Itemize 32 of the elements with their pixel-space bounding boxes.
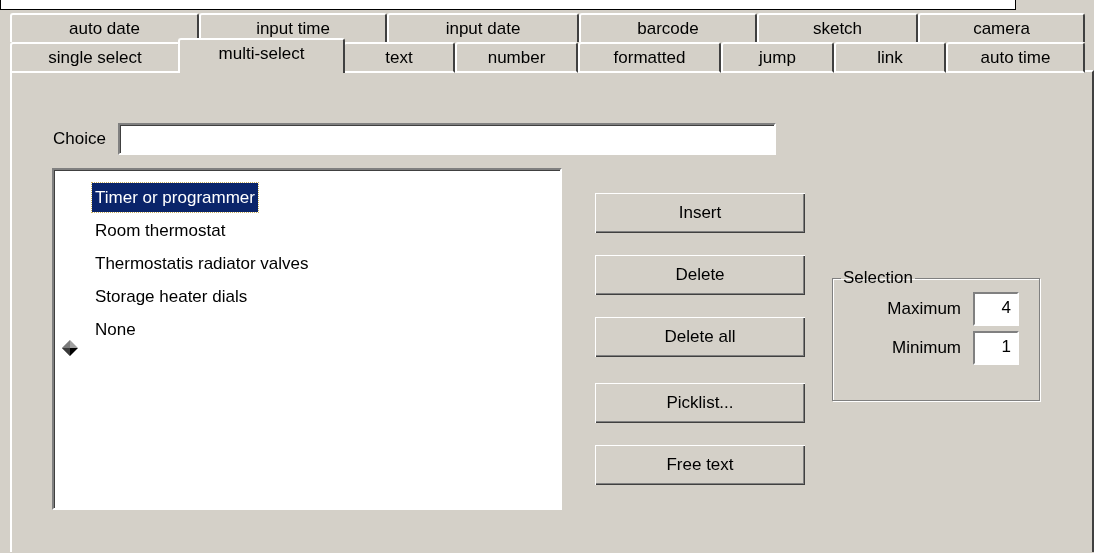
list-item[interactable]: Room thermostat — [92, 216, 229, 245]
tab[interactable]: link — [834, 42, 946, 73]
number-field[interactable]: 4 — [973, 292, 1019, 326]
dialog-button[interactable]: Delete — [595, 255, 805, 295]
dialog-button[interactable]: Insert — [595, 193, 805, 233]
tab[interactable]: sketch — [757, 13, 918, 42]
field-label: Maximum — [887, 299, 961, 319]
tab[interactable]: single select — [10, 42, 180, 73]
tab[interactable]: formatted — [578, 42, 721, 73]
list-item[interactable]: Storage heater dials — [92, 282, 251, 311]
tab[interactable]: jump — [721, 42, 834, 73]
tab[interactable]: input date — [387, 13, 579, 42]
choice-field[interactable] — [117, 123, 776, 155]
list-item[interactable]: None — [92, 315, 139, 344]
group-title: Selection — [842, 268, 914, 288]
tab[interactable]: auto time — [946, 42, 1085, 73]
dialog-button[interactable]: Picklist... — [595, 383, 805, 423]
list-item[interactable]: Timer or programmer — [92, 183, 258, 212]
tab[interactable]: number — [455, 42, 578, 73]
tab[interactable]: multi-select — [178, 38, 345, 73]
field-label: Choice — [53, 129, 106, 149]
field-label: Minimum — [892, 338, 961, 358]
tab[interactable]: text — [343, 42, 455, 73]
diamond-icon — [62, 340, 78, 356]
tab[interactable]: barcode — [579, 13, 757, 42]
dialog-button[interactable]: Free text — [595, 445, 805, 485]
tab[interactable]: camera — [918, 13, 1085, 42]
tab[interactable]: auto date — [10, 13, 199, 42]
list-item[interactable]: Thermostatis radiator valves — [92, 249, 312, 278]
number-field[interactable]: 1 — [973, 331, 1019, 365]
dialog-button[interactable]: Delete all — [595, 317, 805, 357]
choice-list[interactable]: Timer or programmer Room thermostat Thermostatis radiator valves Storage heater dials None — [52, 168, 562, 510]
